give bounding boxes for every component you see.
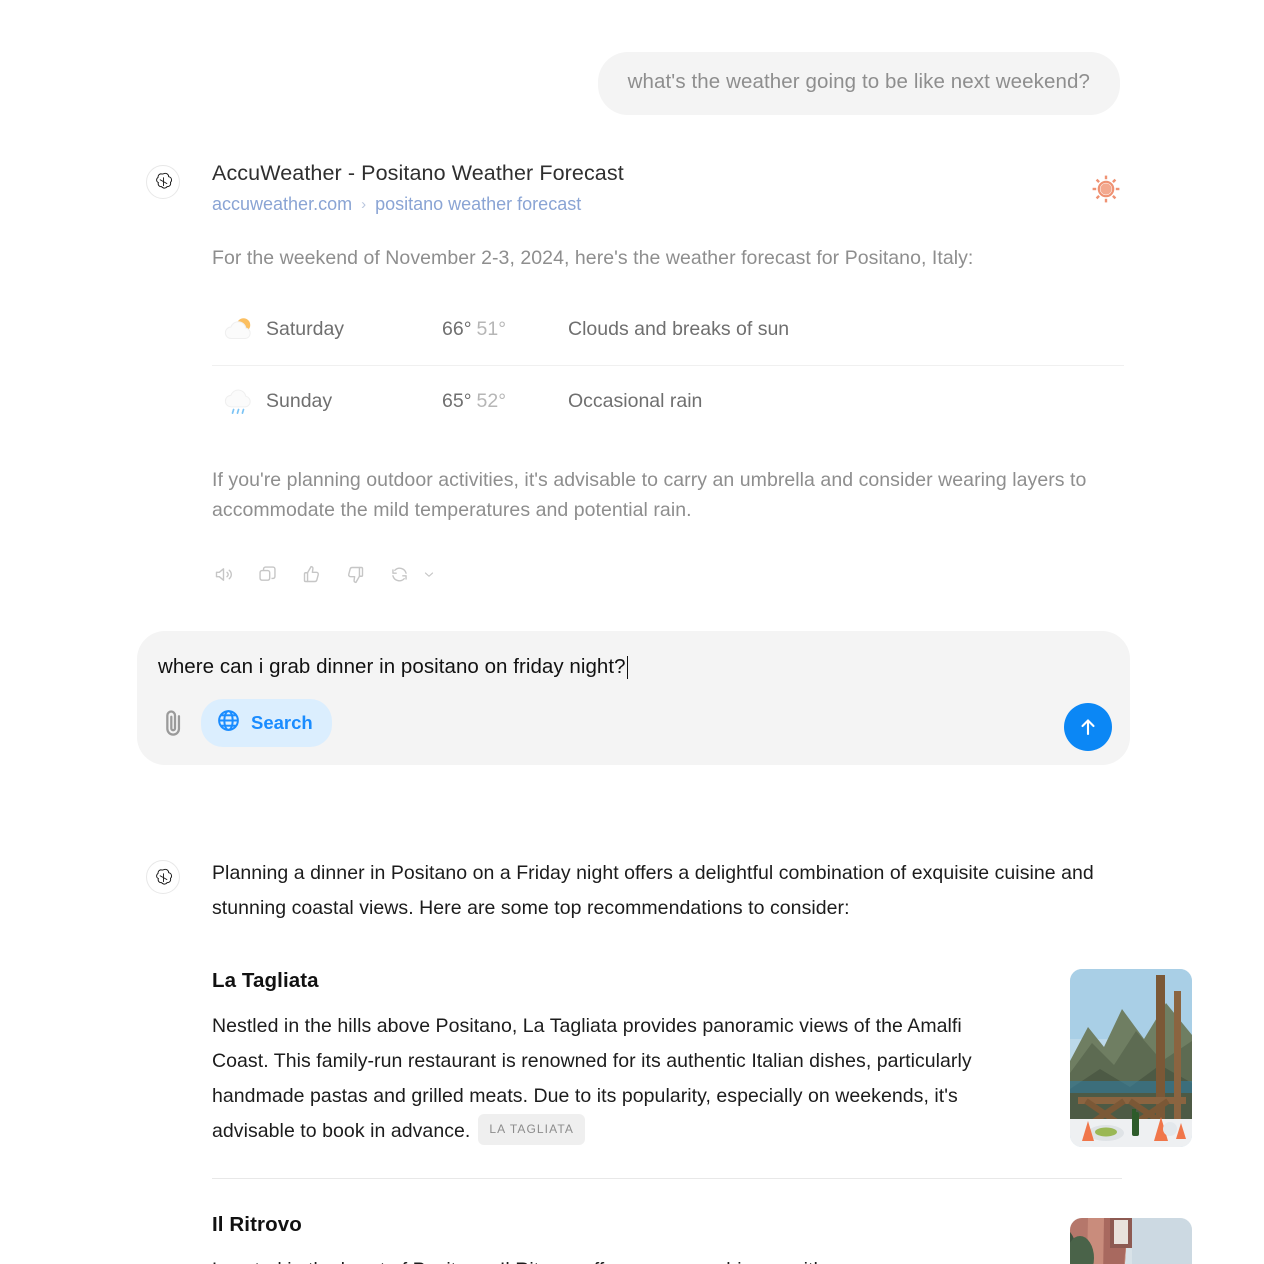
chat-page: what's the weather going to be like next… [0,0,1264,1264]
openai-logo-icon [146,164,180,199]
weather-answer-body: AccuWeather - Positano Weather Forecast … [212,161,1124,586]
message-composer[interactable]: where can i grab dinner in positano on f… [137,631,1130,765]
search-toggle-button[interactable]: Search [201,699,332,747]
composer-text-display[interactable]: where can i grab dinner in positano on f… [158,655,629,679]
openai-logo-icon [146,860,180,894]
restaurant-thumbnail[interactable] [1070,969,1192,1148]
send-button[interactable] [1064,703,1112,751]
thumbs-down-icon[interactable] [344,563,366,585]
forecast-description: Occasional rain [568,389,703,412]
forecast-low: 51° [476,318,507,341]
citation-chip[interactable]: LA TAGLIATA [478,1113,585,1146]
forecast-high: 66° [442,318,472,341]
breadcrumb-domain[interactable]: accuweather.com [212,194,352,215]
weather-intro-text: For the weekend of November 2-3, 2024, h… [212,246,974,269]
globe-icon [216,708,241,738]
restaurant-description: Nestled in the hills above Positano, La … [212,1009,982,1148]
forecast-description: Clouds and breaks of sun [568,318,790,341]
forecast-low: 52° [476,389,507,412]
sun-behind-cloud-icon [212,312,266,348]
section-divider [212,1178,1122,1180]
restaurant-description: Located in the heart of Positano, Il Rit… [212,1253,982,1264]
forecast-temps: 65° 52° [442,390,568,413]
table-row: Saturday 66° 51° Clouds and breaks of sun [212,295,1124,366]
breadcrumb-path[interactable]: positano weather forecast [375,194,581,215]
thumbs-up-icon[interactable] [300,563,322,585]
forecast-temps: 66° 51° [442,318,568,341]
dinner-lead-text: Planning a dinner in Positano on a Frida… [212,862,1094,919]
dinner-answer: Planning a dinner in Positano on a Frida… [146,856,1192,1264]
copy-icon[interactable] [256,563,278,585]
list-item: La Tagliata Nestled in the hills above P… [212,969,1192,1148]
user-message-row: what's the weather going to be like next… [0,0,1264,115]
weather-outro-text: If you're planning outdoor activities, i… [212,468,1087,522]
search-label: Search [251,712,313,733]
breadcrumb-separator: › [361,195,367,213]
restaurant-description-text: Nestled in the hills above Positano, La … [212,1015,972,1142]
forecast-day: Sunday [266,389,333,412]
list-item: Il Ritrovo Located in the heart of Posit… [212,1213,1192,1264]
forecast-high: 65° [442,389,472,412]
sun-icon [1090,173,1122,205]
chevron-down-icon[interactable] [422,563,436,585]
table-row: Sunday 65° 52° Occasional rain [212,366,1124,437]
breadcrumb[interactable]: accuweather.com › positano weather forec… [212,194,1124,215]
source-title: AccuWeather - Positano Weather Forecast [212,160,624,185]
weather-answer: AccuWeather - Positano Weather Forecast … [0,115,1264,586]
restaurant-name: Il Ritrovo [212,1213,302,1237]
read-aloud-icon[interactable] [212,563,234,585]
restaurant-thumbnail[interactable] [1070,1218,1192,1264]
rain-cloud-icon [212,383,266,419]
paperclip-icon[interactable] [157,706,191,740]
message-actions [212,563,1124,585]
weather-forecast-table: Saturday 66° 51° Clouds and breaks of sun [212,295,1124,437]
composer-tools: Search [157,699,332,747]
user-message-bubble: what's the weather going to be like next… [597,52,1120,115]
regenerate-icon[interactable] [388,563,410,585]
text-caret [626,655,629,679]
forecast-day: Saturday [266,318,345,341]
restaurant-name: La Tagliata [212,969,319,993]
composer-input[interactable]: where can i grab dinner in positano on f… [158,655,626,679]
dinner-answer-body: Planning a dinner in Positano on a Frida… [212,856,1192,1264]
